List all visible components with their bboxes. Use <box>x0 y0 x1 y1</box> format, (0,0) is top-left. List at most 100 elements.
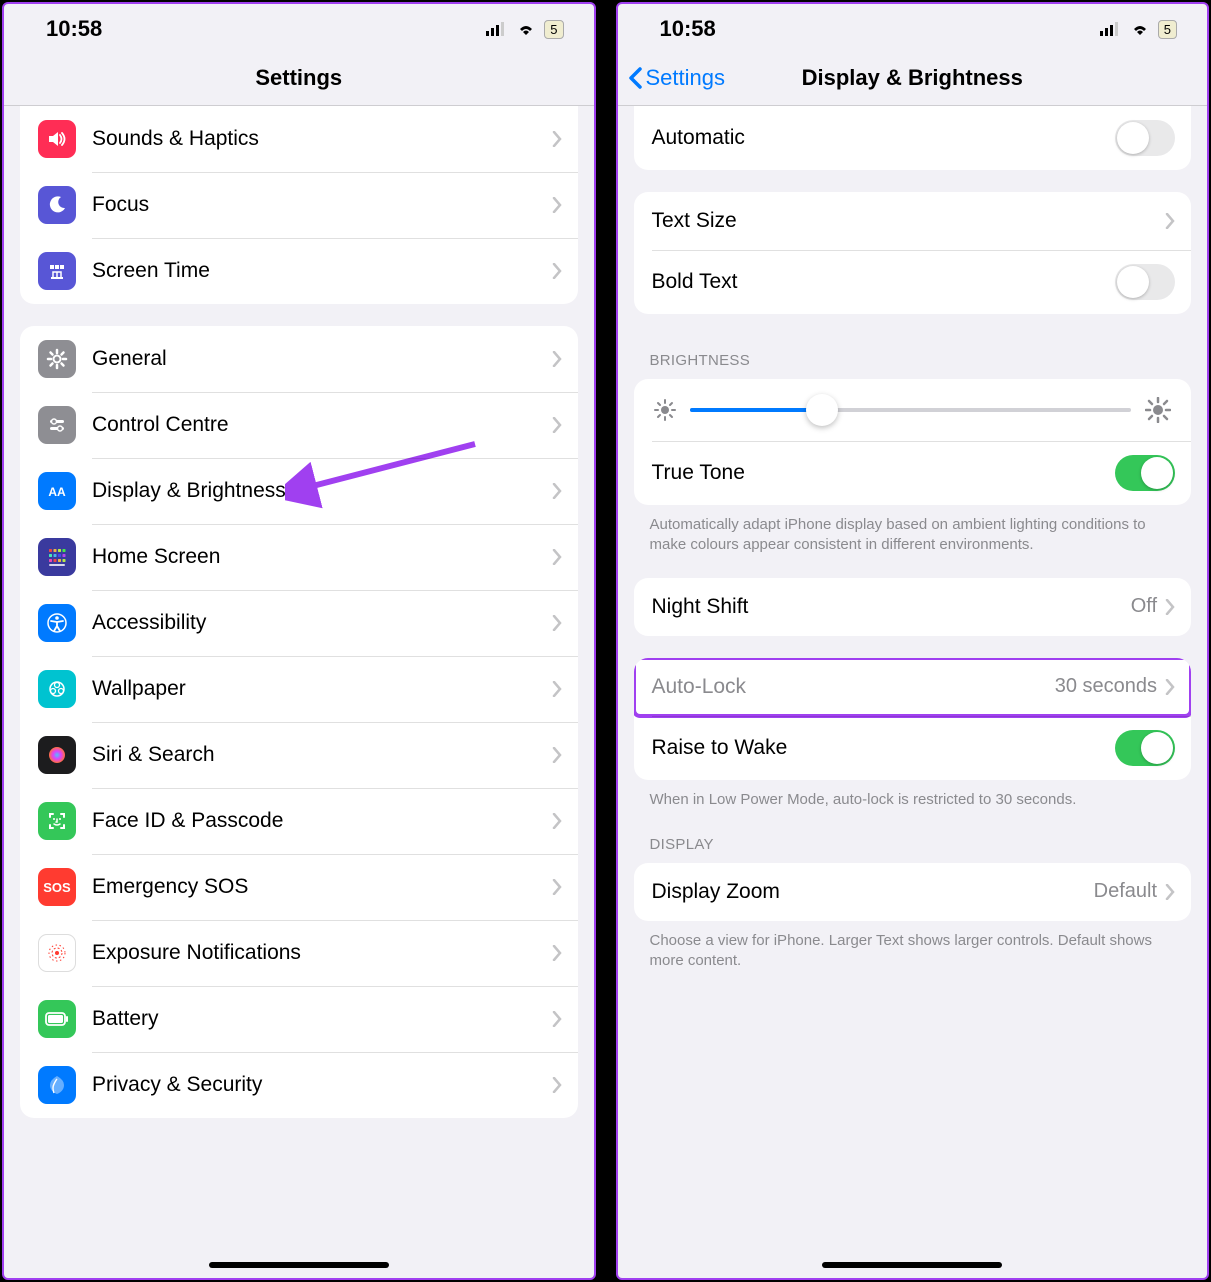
automatic-row[interactable]: Automatic <box>634 106 1192 170</box>
chevron-right-icon <box>1165 679 1175 695</box>
cellular-icon <box>486 22 508 36</box>
display-zoom-label: Display Zoom <box>652 880 780 904</box>
sun-large-icon <box>1145 397 1171 423</box>
auto-lock-label: Auto-Lock <box>652 675 747 699</box>
settings-item-label: Battery <box>92 1007 159 1031</box>
settings-screen: 10:58 5 Settings Sounds & Haptics Focus … <box>2 2 596 1280</box>
settings-item-wallpaper[interactable]: Wallpaper <box>20 656 578 722</box>
chevron-right-icon <box>552 263 562 279</box>
home-icon <box>38 538 76 576</box>
settings-item-screentime[interactable]: Screen Time <box>20 238 578 304</box>
settings-item-label: Focus <box>92 193 149 217</box>
back-button[interactable]: Settings <box>628 65 726 91</box>
true-tone-row[interactable]: True Tone <box>634 441 1192 505</box>
wifi-icon <box>1130 22 1150 36</box>
raise-footer: When in Low Power Mode, auto-lock is res… <box>618 780 1208 810</box>
night-shift-row[interactable]: Night Shift Off <box>634 578 1192 636</box>
automatic-label: Automatic <box>652 126 745 150</box>
settings-item-exposure[interactable]: Exposure Notifications <box>20 920 578 986</box>
settings-item-privacy[interactable]: Privacy & Security <box>20 1052 578 1118</box>
settings-item-label: Home Screen <box>92 545 220 569</box>
brightness-slider-row[interactable] <box>634 379 1192 441</box>
home-indicator[interactable] <box>209 1262 389 1268</box>
raise-to-wake-label: Raise to Wake <box>652 736 788 760</box>
settings-item-siri[interactable]: Siri & Search <box>20 722 578 788</box>
wifi-icon <box>516 22 536 36</box>
chevron-right-icon <box>552 813 562 829</box>
auto-lock-value: 30 seconds <box>1055 675 1157 698</box>
chevron-right-icon <box>552 615 562 631</box>
settings-item-label: Wallpaper <box>92 677 186 701</box>
settings-item-label: Control Centre <box>92 413 229 437</box>
focus-icon <box>38 186 76 224</box>
chevron-right-icon <box>552 879 562 895</box>
status-bar: 10:58 5 <box>618 4 1208 50</box>
chevron-right-icon <box>552 1077 562 1093</box>
night-shift-group: Night Shift Off <box>634 578 1192 636</box>
automatic-toggle[interactable] <box>1115 120 1175 156</box>
status-time: 10:58 <box>46 16 102 42</box>
display-zoom-row[interactable]: Display Zoom Default <box>634 863 1192 921</box>
text-size-label: Text Size <box>652 209 737 233</box>
chevron-right-icon <box>552 747 562 763</box>
auto-lock-row[interactable]: Auto-Lock 30 seconds <box>634 658 1192 716</box>
settings-item-sos[interactable]: SOS Emergency SOS <box>20 854 578 920</box>
auto-lock-group: Auto-Lock 30 seconds Raise to Wake <box>634 658 1192 780</box>
faceid-icon <box>38 802 76 840</box>
settings-item-general[interactable]: General <box>20 326 578 392</box>
siri-icon <box>38 736 76 774</box>
night-shift-value: Off <box>1131 595 1157 618</box>
status-time: 10:58 <box>660 16 716 42</box>
chevron-right-icon <box>552 549 562 565</box>
brightness-slider[interactable] <box>690 408 1132 412</box>
display-header: DISPLAY <box>618 810 1208 863</box>
settings-item-label: Screen Time <box>92 259 210 283</box>
true-tone-toggle[interactable] <box>1115 455 1175 491</box>
chevron-right-icon <box>552 945 562 961</box>
chevron-right-icon <box>552 131 562 147</box>
raise-to-wake-row[interactable]: Raise to Wake <box>634 716 1192 780</box>
settings-item-label: Exposure Notifications <box>92 941 301 965</box>
navbar: Settings Display & Brightness <box>618 50 1208 106</box>
battery-icon: 5 <box>544 20 563 39</box>
settings-item-display[interactable]: AA Display & Brightness <box>20 458 578 524</box>
settings-item-sounds[interactable]: Sounds & Haptics <box>20 106 578 172</box>
display-zoom-value: Default <box>1094 880 1157 903</box>
raise-to-wake-toggle[interactable] <box>1115 730 1175 766</box>
chevron-right-icon <box>552 1011 562 1027</box>
status-bar: 10:58 5 <box>4 4 594 50</box>
settings-item-control[interactable]: Control Centre <box>20 392 578 458</box>
settings-item-label: Display & Brightness <box>92 479 286 503</box>
true-tone-footer: Automatically adapt iPhone display based… <box>618 505 1208 556</box>
bold-text-toggle[interactable] <box>1115 264 1175 300</box>
chevron-right-icon <box>552 417 562 433</box>
settings-list[interactable]: Sounds & Haptics Focus Screen Time Gener… <box>4 106 594 1278</box>
page-title: Display & Brightness <box>802 65 1023 91</box>
general-icon <box>38 340 76 378</box>
svg-text:AA: AA <box>48 485 66 499</box>
settings-item-faceid[interactable]: Face ID & Passcode <box>20 788 578 854</box>
wallpaper-icon <box>38 670 76 708</box>
settings-item-home[interactable]: Home Screen <box>20 524 578 590</box>
settings-group-1: Sounds & Haptics Focus Screen Time <box>20 106 578 304</box>
text-size-row[interactable]: Text Size <box>634 192 1192 250</box>
settings-item-label: Emergency SOS <box>92 875 248 899</box>
display-settings-list[interactable]: Automatic Text Size Bold Text BRIGHTNESS <box>618 106 1208 1278</box>
settings-item-label: Face ID & Passcode <box>92 809 283 833</box>
chevron-right-icon <box>1165 599 1175 615</box>
bold-text-row[interactable]: Bold Text <box>634 250 1192 314</box>
appearance-group: Automatic <box>634 106 1192 170</box>
settings-item-battery[interactable]: Battery <box>20 986 578 1052</box>
sos-icon: SOS <box>38 868 76 906</box>
chevron-right-icon <box>1165 213 1175 229</box>
page-title: Settings <box>255 65 342 91</box>
chevron-right-icon <box>552 681 562 697</box>
settings-item-label: Accessibility <box>92 611 206 635</box>
settings-item-access[interactable]: Accessibility <box>20 590 578 656</box>
battery-icon: 5 <box>1158 20 1177 39</box>
settings-item-label: Sounds & Haptics <box>92 127 259 151</box>
home-indicator[interactable] <box>822 1262 1002 1268</box>
display-zoom-footer: Choose a view for iPhone. Larger Text sh… <box>618 921 1208 972</box>
settings-item-focus[interactable]: Focus <box>20 172 578 238</box>
display-zoom-group: Display Zoom Default <box>634 863 1192 921</box>
